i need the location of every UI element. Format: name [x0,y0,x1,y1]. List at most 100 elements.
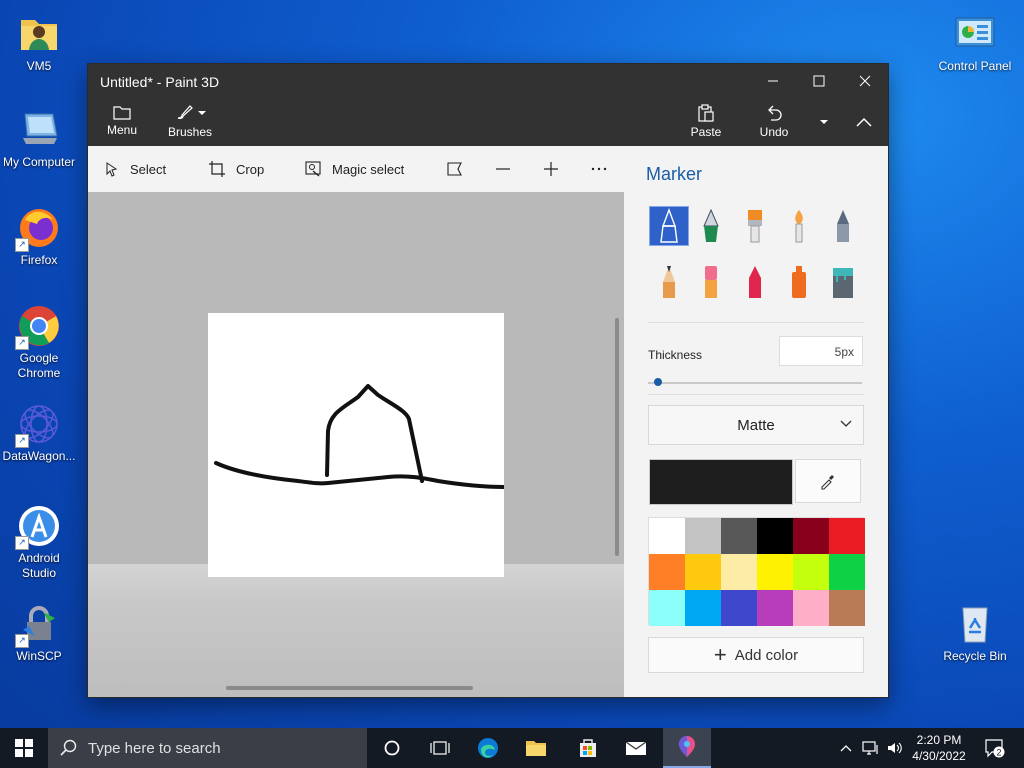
color-swatch[interactable] [829,518,865,554]
collapse-ribbon-button[interactable] [844,98,884,146]
edge-icon [478,738,498,758]
taskbar-file-explorer[interactable] [512,728,560,768]
watercolor-icon [795,210,803,243]
taskbar-mail[interactable] [612,728,660,768]
desktop-icon-google-chrome[interactable]: ↗ Google Chrome [1,304,77,381]
color-swatch[interactable] [649,518,685,554]
desktop-icon-firefox[interactable]: ↗ Firefox [1,206,77,268]
thickness-slider[interactable] [648,378,862,386]
eraser-brush[interactable] [691,262,731,302]
desktop-icon-control-panel[interactable]: Control Panel [937,12,1013,74]
marker-brush[interactable] [649,206,689,246]
crayon-icon [749,266,761,298]
menu-label: Menu [106,123,138,137]
notification-count: 2 [996,748,1001,758]
color-swatch[interactable] [757,518,793,554]
color-swatch[interactable] [649,590,685,626]
taskbar-edge[interactable] [464,728,512,768]
chevron-down-icon [820,120,828,124]
pixel-pen-icon [837,210,849,242]
color-swatch[interactable] [685,518,721,554]
desktop-icon-android-studio[interactable]: ↗ Android Studio [1,504,77,581]
desktop-icon-winscp[interactable]: ↗ WinSCP [1,602,77,664]
marker-drawing [214,384,506,489]
calligraphy-pen-icon [703,208,719,242]
task-view-button[interactable] [416,728,464,768]
paste-button[interactable]: Paste [686,98,726,146]
select-tool[interactable]: Select [104,146,166,192]
pencil-brush[interactable] [649,262,689,302]
vertical-scrollbar[interactable] [615,318,619,556]
show-hidden-icons-button[interactable] [836,728,856,768]
chevron-up-icon [840,745,852,752]
more-options-button[interactable] [590,146,608,192]
title-bar[interactable]: Untitled* - Paint 3D [88,64,888,98]
mail-icon [625,741,647,755]
calligraphy-pen-brush[interactable] [691,206,731,246]
color-swatch[interactable] [793,518,829,554]
magic-select-tool[interactable]: Magic select [304,146,404,192]
network-button[interactable] [860,728,882,768]
user-folder-icon [17,12,61,56]
color-swatch[interactable] [829,554,865,590]
color-swatch[interactable] [685,554,721,590]
color-swatch[interactable] [757,590,793,626]
taskbar-clock[interactable]: 2:20 PM 4/30/2022 [908,732,970,764]
horizontal-scrollbar[interactable] [226,686,473,690]
eyedropper-button[interactable] [795,459,861,503]
color-swatch[interactable] [757,554,793,590]
sticker-tool[interactable] [446,146,464,192]
crop-tool[interactable]: Crop [208,146,264,192]
taskbar-store[interactable] [564,728,612,768]
winscp-icon: ↗ [15,602,61,648]
desktop-icon-recycle-bin[interactable]: Recycle Bin [937,602,1013,664]
canvas-toolbar: Select Crop Magic select [88,146,624,192]
color-swatch[interactable] [721,590,757,626]
maximize-button[interactable] [796,64,842,98]
menu-button[interactable]: Menu [102,98,142,146]
close-icon [859,75,871,87]
color-swatch[interactable] [793,590,829,626]
pixel-pen-brush[interactable] [823,206,863,246]
drawing-canvas[interactable] [208,313,506,577]
zoom-out-button[interactable] [494,146,512,192]
close-button[interactable] [842,64,888,98]
oil-brush[interactable] [735,206,775,246]
desktop-icon-my-computer[interactable]: My Computer [1,108,77,170]
minimize-button[interactable] [750,64,796,98]
notification-center-button[interactable]: 2 [980,728,1010,768]
undo-button[interactable]: Undo [754,98,794,146]
fill-bucket-brush[interactable] [823,262,863,302]
start-button[interactable] [0,728,48,768]
cortana-button[interactable] [368,728,416,768]
desktop-icon-datawagon[interactable]: ↗ DataWagon... [1,402,77,464]
taskbar-search-box[interactable]: Type here to search [48,728,367,768]
color-swatch[interactable] [721,554,757,590]
add-color-button[interactable]: + Add color [648,637,864,673]
spray-can-brush[interactable] [779,262,819,302]
watercolor-brush[interactable] [779,206,819,246]
zoom-in-button[interactable] [542,146,560,192]
crayon-brush[interactable] [735,262,775,302]
add-color-label: Add color [734,646,799,664]
thickness-input[interactable]: 5px [779,336,863,366]
color-swatch[interactable] [793,554,829,590]
firefox-icon: ↗ [15,206,61,252]
color-swatch[interactable] [649,554,685,590]
color-swatch[interactable] [685,590,721,626]
taskbar: Type here to search 2:20 PM 4/30/2022 2 [0,728,1024,768]
slider-knob[interactable] [654,378,663,386]
current-color-swatch[interactable] [649,459,793,505]
color-swatch[interactable] [829,590,865,626]
oil-brush-icon [748,210,762,243]
desktop-icon-vm5[interactable]: VM5 [1,12,77,74]
finish-dropdown[interactable]: Matte [648,405,864,445]
workspace-floor [88,564,624,697]
volume-button[interactable] [884,728,906,768]
taskbar-paint3d[interactable] [663,728,711,768]
spray-can-icon [792,266,806,298]
brushes-button[interactable]: Brushes [166,98,214,146]
color-swatch[interactable] [721,518,757,554]
history-dropdown-button[interactable] [810,98,838,146]
store-icon [580,739,596,757]
